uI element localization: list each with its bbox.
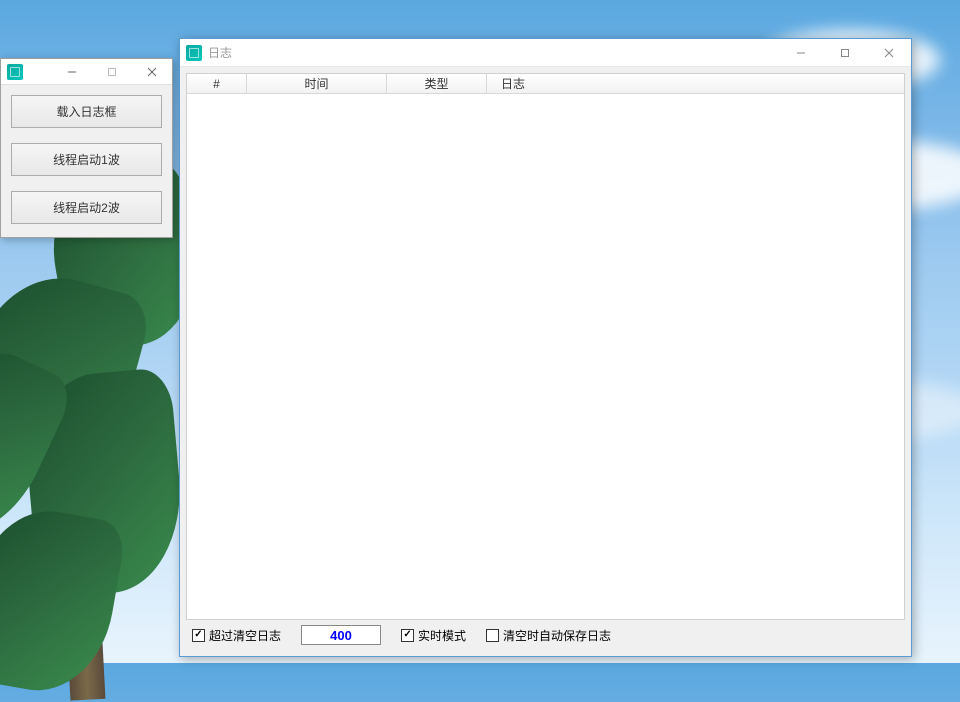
column-header-time[interactable]: 时间 bbox=[247, 74, 387, 93]
clear-over-option: 超过清空日志 bbox=[192, 627, 281, 644]
realtime-checkbox[interactable] bbox=[401, 629, 414, 642]
clear-over-label: 超过清空日志 bbox=[209, 627, 281, 644]
column-header-num[interactable]: # bbox=[187, 74, 247, 93]
window-controls bbox=[52, 59, 172, 84]
control-window-body: 载入日志框 线程启动1波 线程启动2波 bbox=[1, 85, 172, 234]
autosave-checkbox[interactable] bbox=[486, 629, 499, 642]
clear-over-checkbox[interactable] bbox=[192, 629, 205, 642]
log-window: 日志 # 时间 类型 日志 超过清空日志 bbox=[179, 38, 912, 657]
log-table-header: # 时间 类型 日志 bbox=[187, 74, 904, 94]
app-icon bbox=[7, 64, 23, 80]
log-window-titlebar[interactable]: 日志 bbox=[180, 39, 911, 67]
column-header-log[interactable]: 日志 bbox=[487, 74, 904, 93]
realtime-label: 实时模式 bbox=[418, 627, 466, 644]
log-table[interactable]: # 时间 类型 日志 bbox=[186, 73, 905, 620]
log-bottom-bar: 超过清空日志 实时模式 清空时自动保存日志 bbox=[186, 620, 905, 650]
autosave-option: 清空时自动保存日志 bbox=[486, 627, 611, 644]
load-log-button[interactable]: 载入日志框 bbox=[11, 95, 162, 128]
thread-start-2-button[interactable]: 线程启动2波 bbox=[11, 191, 162, 224]
maximize-button[interactable] bbox=[823, 39, 867, 66]
autosave-label: 清空时自动保存日志 bbox=[503, 627, 611, 644]
control-window: 载入日志框 线程启动1波 线程启动2波 bbox=[0, 58, 173, 238]
log-window-body: # 时间 类型 日志 超过清空日志 实时模式 清空时自动保存日志 bbox=[180, 67, 911, 656]
log-window-title: 日志 bbox=[208, 44, 232, 61]
close-button[interactable] bbox=[132, 59, 172, 84]
threshold-input[interactable] bbox=[301, 625, 381, 645]
thread-start-1-button[interactable]: 线程启动1波 bbox=[11, 143, 162, 176]
maximize-button bbox=[92, 59, 132, 84]
control-window-titlebar[interactable] bbox=[1, 59, 172, 85]
minimize-button[interactable] bbox=[779, 39, 823, 66]
close-button[interactable] bbox=[867, 39, 911, 66]
realtime-option: 实时模式 bbox=[401, 627, 466, 644]
minimize-button[interactable] bbox=[52, 59, 92, 84]
window-controls bbox=[779, 39, 911, 66]
app-icon bbox=[186, 45, 202, 61]
column-header-type[interactable]: 类型 bbox=[387, 74, 487, 93]
